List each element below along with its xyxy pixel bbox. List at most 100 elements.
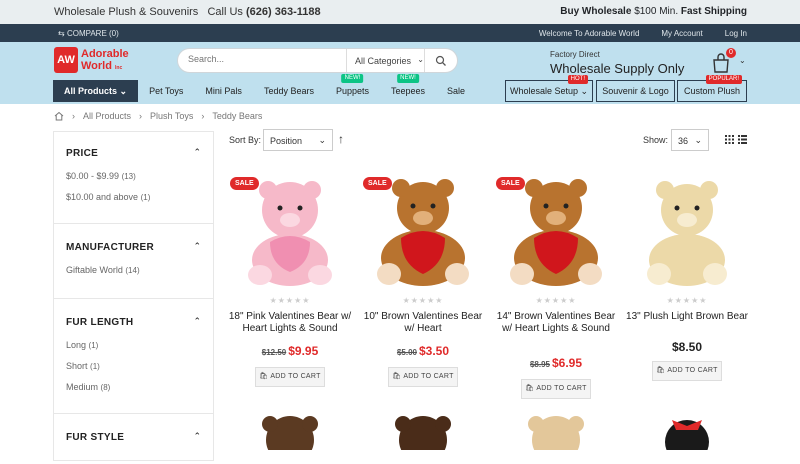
sort-label: Sort By:: [229, 135, 262, 145]
chevron-up-icon[interactable]: ⌃: [193, 431, 201, 442]
search-bar: All Categories ⌄: [177, 48, 458, 73]
product-image[interactable]: [511, 410, 601, 450]
new-badge: NEW!: [341, 74, 364, 83]
cart-count-badge: 0: [726, 48, 736, 58]
product-card[interactable]: ★★★★★ 13" Plush Light Brown Bear $8.50 🛍…: [623, 170, 751, 400]
filter-sidebar: PRICE ⌃ $0.00 - $9.99 (13) $10.00 and ab…: [53, 131, 214, 461]
chevron-down-icon: ⌄: [739, 56, 746, 65]
main-menu: All Products ⌄ Pet Toys Mini Pals Teddy …: [53, 74, 476, 102]
old-price: $5.00: [396, 348, 417, 357]
phone-number[interactable]: (626) 363-1188: [246, 6, 321, 18]
grid-icon[interactable]: [725, 135, 734, 144]
product-image[interactable]: [627, 170, 747, 292]
account-links: Welcome To Adorable World My Account Log…: [539, 29, 747, 38]
filter-option[interactable]: Long (1): [66, 340, 98, 350]
rating-stars: ★★★★★: [402, 296, 444, 305]
fast-shipping-text: Fast Shipping: [680, 6, 747, 17]
product-image[interactable]: [642, 410, 732, 450]
search-icon: [435, 55, 446, 66]
login-link[interactable]: Log In: [725, 29, 747, 38]
filter-title[interactable]: MANUFACTURER: [66, 242, 154, 253]
account-bar: ⇆ COMPARE (0) Welcome To Adorable World …: [0, 24, 800, 42]
add-to-cart-button[interactable]: 🛍 ADD TO CART: [521, 379, 591, 399]
menu-item-all-products[interactable]: All Products ⌄: [53, 80, 139, 102]
logo-mark: AW: [54, 47, 78, 73]
list-icon[interactable]: [738, 135, 747, 144]
product-name[interactable]: 13" Plush Light Brown Bear: [623, 311, 751, 323]
product-name[interactable]: 18" Pink Valentines Bear w/ Heart Lights…: [226, 311, 354, 335]
sale-price: $6.95: [552, 356, 583, 370]
popular-badge: POPULAR!: [705, 75, 742, 84]
limiter-value: 36: [678, 136, 689, 146]
souvenir-logo-button[interactable]: Souvenir & Logo: [596, 80, 675, 102]
add-to-cart-button[interactable]: 🛍 ADD TO CART: [652, 361, 722, 381]
product-card[interactable]: SALE ★★★★★ 14" Brown Valentines Bear w/ …: [492, 170, 620, 400]
product-name[interactable]: 14" Brown Valentines Bear w/ Heart Light…: [492, 311, 620, 335]
buy-wholesale-text: Buy Wholesale: [560, 6, 632, 17]
menu-item-mini-pals[interactable]: Mini Pals: [194, 80, 253, 102]
mini-cart[interactable]: 0 ⌄: [710, 48, 750, 76]
compare-label: COMPARE (0): [66, 29, 119, 38]
category-select[interactable]: All Categories ⌄: [346, 49, 436, 72]
filter-option[interactable]: Medium (8): [66, 382, 110, 392]
cart-icon: 🛍: [525, 385, 535, 392]
top-bar: Wholesale Plush & Souvenirs Call Us (626…: [0, 0, 800, 24]
filter-title[interactable]: PRICE: [66, 148, 98, 159]
breadcrumb-separator: ›: [72, 111, 75, 121]
filter-title[interactable]: FUR LENGTH: [66, 317, 133, 328]
store-tagline: Wholesale Plush & Souvenirs: [54, 6, 199, 18]
product-name[interactable]: 10" Brown Valentines Bear w/ Heart: [359, 311, 487, 335]
site-logo[interactable]: AW Adorable World Inc: [54, 47, 144, 73]
wholesale-supply-label: Wholesale Supply Only: [550, 61, 685, 76]
search-button[interactable]: [424, 49, 457, 72]
menu-item-puppets[interactable]: Puppets NEW!: [325, 74, 380, 102]
add-to-cart-button[interactable]: 🛍 ADD TO CART: [388, 367, 458, 387]
rating-stars: ★★★★★: [535, 296, 577, 305]
chevron-up-icon[interactable]: ⌃: [193, 241, 201, 252]
breadcrumb-all-products[interactable]: All Products: [83, 111, 131, 121]
add-to-cart-button[interactable]: 🛍 ADD TO CART: [255, 367, 325, 387]
menu-item-pet-toys[interactable]: Pet Toys: [138, 80, 194, 102]
chevron-down-icon: ⌄: [417, 55, 424, 64]
search-input[interactable]: [188, 54, 338, 64]
compare-link[interactable]: ⇆ COMPARE (0): [58, 29, 119, 38]
product-card[interactable]: SALE ★★★★★ 18" Pink Valentines Bear w/ H…: [226, 170, 354, 400]
filter-option[interactable]: Giftable World (14): [66, 265, 140, 275]
hot-badge: HOT!: [567, 75, 588, 84]
product-image[interactable]: [378, 410, 468, 450]
sort-select[interactable]: Position ⌄: [263, 129, 333, 151]
my-account-link[interactable]: My Account: [661, 29, 702, 38]
home-icon: [54, 111, 64, 121]
sort-direction-icon[interactable]: ↑: [338, 132, 344, 146]
old-price: $8.95: [529, 360, 550, 369]
custom-plush-button[interactable]: Custom Plush POPULAR!: [677, 75, 747, 102]
product-price: $8.95 $6.95: [492, 356, 620, 370]
call-label: Call Us: [207, 6, 243, 18]
logo-text-2: World Inc: [81, 60, 123, 72]
sale-badge: SALE: [496, 177, 525, 190]
filter-title[interactable]: FUR STYLE: [66, 432, 124, 443]
limiter-select[interactable]: 36 ⌄: [671, 129, 709, 151]
breadcrumb-separator: ›: [201, 111, 205, 121]
breadcrumb-plush-toys[interactable]: Plush Toys: [150, 111, 193, 121]
welcome-link[interactable]: Welcome To Adorable World: [539, 29, 640, 38]
product-card[interactable]: SALE ★★★★★ 10" Brown Valentines Bear w/ …: [359, 170, 487, 400]
rating-stars: ★★★★★: [666, 296, 708, 305]
wholesale-setup-button[interactable]: Wholesale Setup ⌄ HOT!: [505, 75, 593, 102]
product-image[interactable]: [245, 410, 335, 450]
breadcrumb-separator: ›: [139, 111, 143, 121]
menu-item-teddy-bears[interactable]: Teddy Bears: [253, 80, 325, 102]
sort-select-value: Position: [270, 136, 303, 146]
cart-icon: 🛍: [656, 367, 666, 374]
chevron-up-icon[interactable]: ⌃: [193, 316, 201, 327]
menu-item-teepees[interactable]: Teepees NEW!: [380, 74, 436, 102]
filter-option[interactable]: Short (1): [66, 361, 100, 371]
menu-item-sale[interactable]: Sale: [436, 80, 476, 102]
chevron-up-icon[interactable]: ⌃: [193, 147, 201, 158]
sale-price: $3.50: [419, 344, 450, 358]
product-price: $12.50 $9.95: [226, 344, 354, 358]
filter-option[interactable]: $10.00 and above (1): [66, 192, 150, 202]
filter-option[interactable]: $0.00 - $9.99 (13): [66, 171, 136, 181]
category-select-value: All Categories: [355, 56, 412, 66]
sale-price: $9.95: [288, 344, 319, 358]
